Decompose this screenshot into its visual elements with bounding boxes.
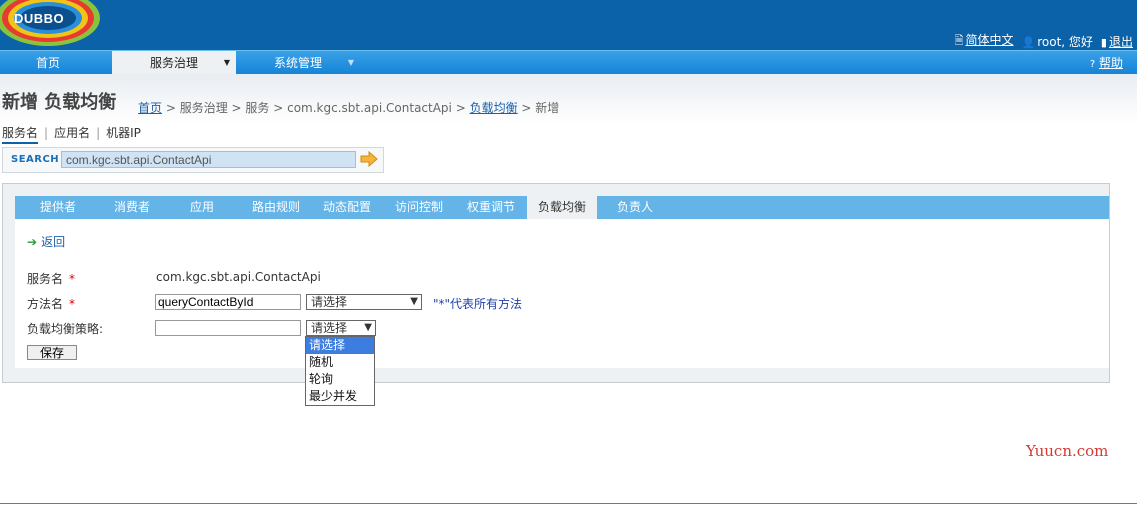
tab-load-balance[interactable]: 负载均衡: [527, 196, 597, 219]
method-select[interactable]: 请选择 ▼: [306, 294, 422, 310]
main-nav: 首页 服务治理 ▼ 系统管理 ▼ ? 帮助: [0, 50, 1137, 75]
breadcrumb-home[interactable]: 首页: [138, 101, 162, 115]
nav-system-management[interactable]: 系统管理 ▼: [236, 51, 360, 75]
top-header: DUBBO 🗎 简体中文 👤 root, 您好 ▮ 退出: [0, 0, 1137, 50]
tab-access-control[interactable]: 访问控制: [383, 196, 455, 219]
main-panel: 提供者 消费者 应用 路由规则 动态配置 访问控制 权重调节 负载均衡 负责人 …: [2, 183, 1110, 383]
search-type-tabs: 服务名 | 应用名 | 机器IP: [2, 124, 147, 144]
breadcrumb: 首页 > 服务治理 > 服务 > com.kgc.sbt.api.Contact…: [138, 101, 560, 115]
logout-icon: ▮: [1100, 35, 1107, 49]
dropdown-option[interactable]: 请选择: [306, 337, 374, 354]
nav-home[interactable]: 首页: [0, 51, 96, 75]
tab-consumers[interactable]: 消费者: [101, 196, 163, 219]
service-tabs: 提供者 消费者 应用 路由规则 动态配置 访问控制 权重调节 负载均衡 负责人: [15, 196, 1109, 219]
search-input[interactable]: [61, 151, 356, 168]
strategy-input[interactable]: [155, 320, 301, 336]
form-area: ➔ 返回 服务名 * com.kgc.sbt.api.ContactApi 方法名 *…: [15, 219, 1109, 368]
search-tab-ip[interactable]: 机器IP: [106, 126, 141, 140]
tab-owners[interactable]: 负责人: [597, 196, 673, 219]
bottom-divider: [0, 503, 1137, 504]
dropdown-option[interactable]: 最少并发: [306, 388, 374, 405]
search-bar: SEARCH: [2, 147, 384, 173]
chevron-down-icon: ▼: [347, 58, 354, 67]
nav-service-governance[interactable]: 服务治理 ▼: [112, 51, 236, 75]
breadcrumb-load-balance[interactable]: 负载均衡: [470, 101, 518, 115]
method-name-input[interactable]: [155, 294, 301, 310]
tab-applications[interactable]: 应用: [163, 196, 241, 219]
tab-providers[interactable]: 提供者: [15, 196, 101, 219]
tab-routes[interactable]: 路由规则: [241, 196, 311, 219]
dropdown-arrow-icon: ▼: [410, 296, 418, 307]
page-title: 新增 负载均衡: [2, 92, 117, 113]
watermark: Yuucn.com: [1026, 442, 1109, 460]
service-name-label: 服务名 *: [27, 272, 76, 286]
user-icon: 👤: [1021, 35, 1036, 49]
language-link[interactable]: 🗎 简体中文: [955, 31, 1014, 51]
search-tab-application[interactable]: 应用名: [54, 126, 90, 140]
search-tab-service[interactable]: 服务名: [2, 126, 39, 144]
dropdown-option[interactable]: 随机: [306, 354, 374, 371]
strategy-dropdown-list: 请选择 随机 轮询 最少并发: [305, 336, 375, 406]
service-name-value: com.kgc.sbt.api.ContactApi: [156, 270, 321, 284]
arrow-right-icon[interactable]: [360, 151, 378, 167]
user-greeting: 👤 root, 您好: [1021, 34, 1093, 49]
logout-link[interactable]: ▮ 退出: [1101, 33, 1133, 50]
search-label: SEARCH: [11, 154, 60, 165]
logo-text: DUBBO: [14, 11, 65, 26]
document-icon: 🗎: [954, 34, 964, 47]
tab-weights[interactable]: 权重调节: [455, 196, 527, 219]
help-icon: ?: [1089, 59, 1096, 70]
method-name-label: 方法名 *: [27, 297, 76, 311]
dubbo-logo[interactable]: DUBBO: [0, 0, 104, 48]
dropdown-option[interactable]: 轮询: [306, 371, 374, 388]
strategy-label: 负载均衡策略:: [27, 322, 104, 336]
user-toolbar: 🗎 简体中文 👤 root, 您好 ▮ 退出: [955, 31, 1133, 51]
back-arrow-icon: ➔: [27, 235, 38, 249]
dropdown-arrow-icon: ▼: [364, 322, 372, 333]
strategy-select[interactable]: 请选择 ▼: [306, 320, 376, 336]
tab-dynamic-config[interactable]: 动态配置: [311, 196, 383, 219]
back-link[interactable]: ➔ 返回: [27, 233, 65, 250]
breadcrumb-current: 新增: [535, 101, 560, 115]
method-hint: "*"代表所有方法: [433, 297, 523, 311]
save-button[interactable]: 保存: [27, 345, 77, 360]
chevron-down-icon: ▼: [223, 58, 230, 67]
